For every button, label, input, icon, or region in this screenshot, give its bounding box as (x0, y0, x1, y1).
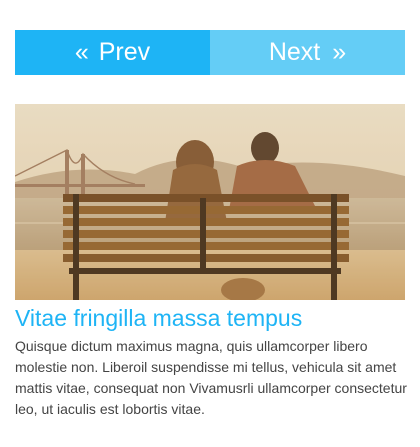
article-body: Quisque dictum maximus magna, quis ullam… (15, 338, 407, 417)
prev-button[interactable]: « Prev (15, 30, 210, 75)
double-chevron-left-icon: « (74, 38, 89, 66)
prev-label: Prev (98, 38, 151, 66)
pagination: « Prev Next » (15, 30, 405, 75)
couple-on-bench-photo (15, 104, 405, 300)
article-title: Vitae fringilla massa tempus (15, 305, 303, 331)
article-image (15, 104, 405, 300)
next-label: Next (268, 38, 321, 66)
next-button[interactable]: Next » (210, 30, 405, 75)
double-chevron-right-icon: » (332, 38, 347, 66)
